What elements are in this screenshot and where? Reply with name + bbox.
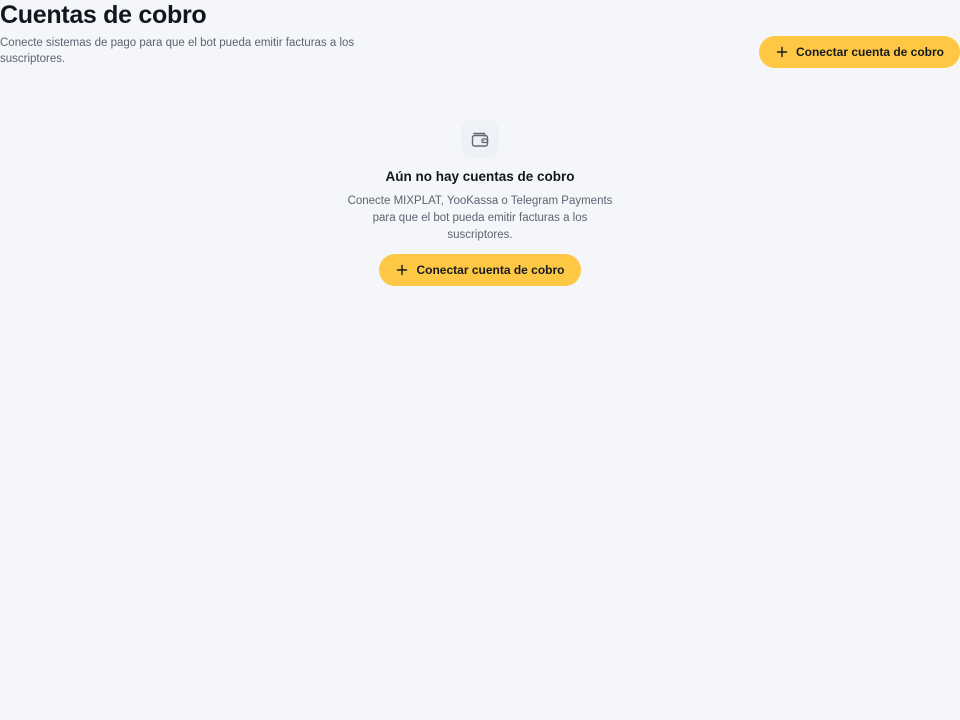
empty-state-description: Conecte MIXPLAT, YooKassa o Telegram Pay… <box>347 195 613 241</box>
empty-state-icon-tile <box>461 120 499 158</box>
plus-icon <box>776 46 788 58</box>
page-title: Cuentas de cobro <box>0 1 207 29</box>
empty-state: Aún no hay cuentas de cobro Conecte MIXP… <box>330 120 630 286</box>
plus-icon <box>397 264 408 276</box>
wallet-icon <box>471 132 489 147</box>
connect-billing-account-button[interactable]: Conectar cuenta de cobro <box>759 36 960 68</box>
empty-state-title: Aún no hay cuentas de cobro <box>385 169 575 184</box>
empty-state-connect-button-label: Conectar cuenta de cobro <box>416 263 565 277</box>
empty-state-connect-button[interactable]: Conectar cuenta de cobro <box>379 254 581 286</box>
page-header: Cuentas de cobro Conecte sistemas de pag… <box>0 0 960 80</box>
connect-billing-account-button-label: Conectar cuenta de cobro <box>795 45 945 59</box>
page-subtitle: Conecte sistemas de pago para que el bot… <box>0 37 355 65</box>
